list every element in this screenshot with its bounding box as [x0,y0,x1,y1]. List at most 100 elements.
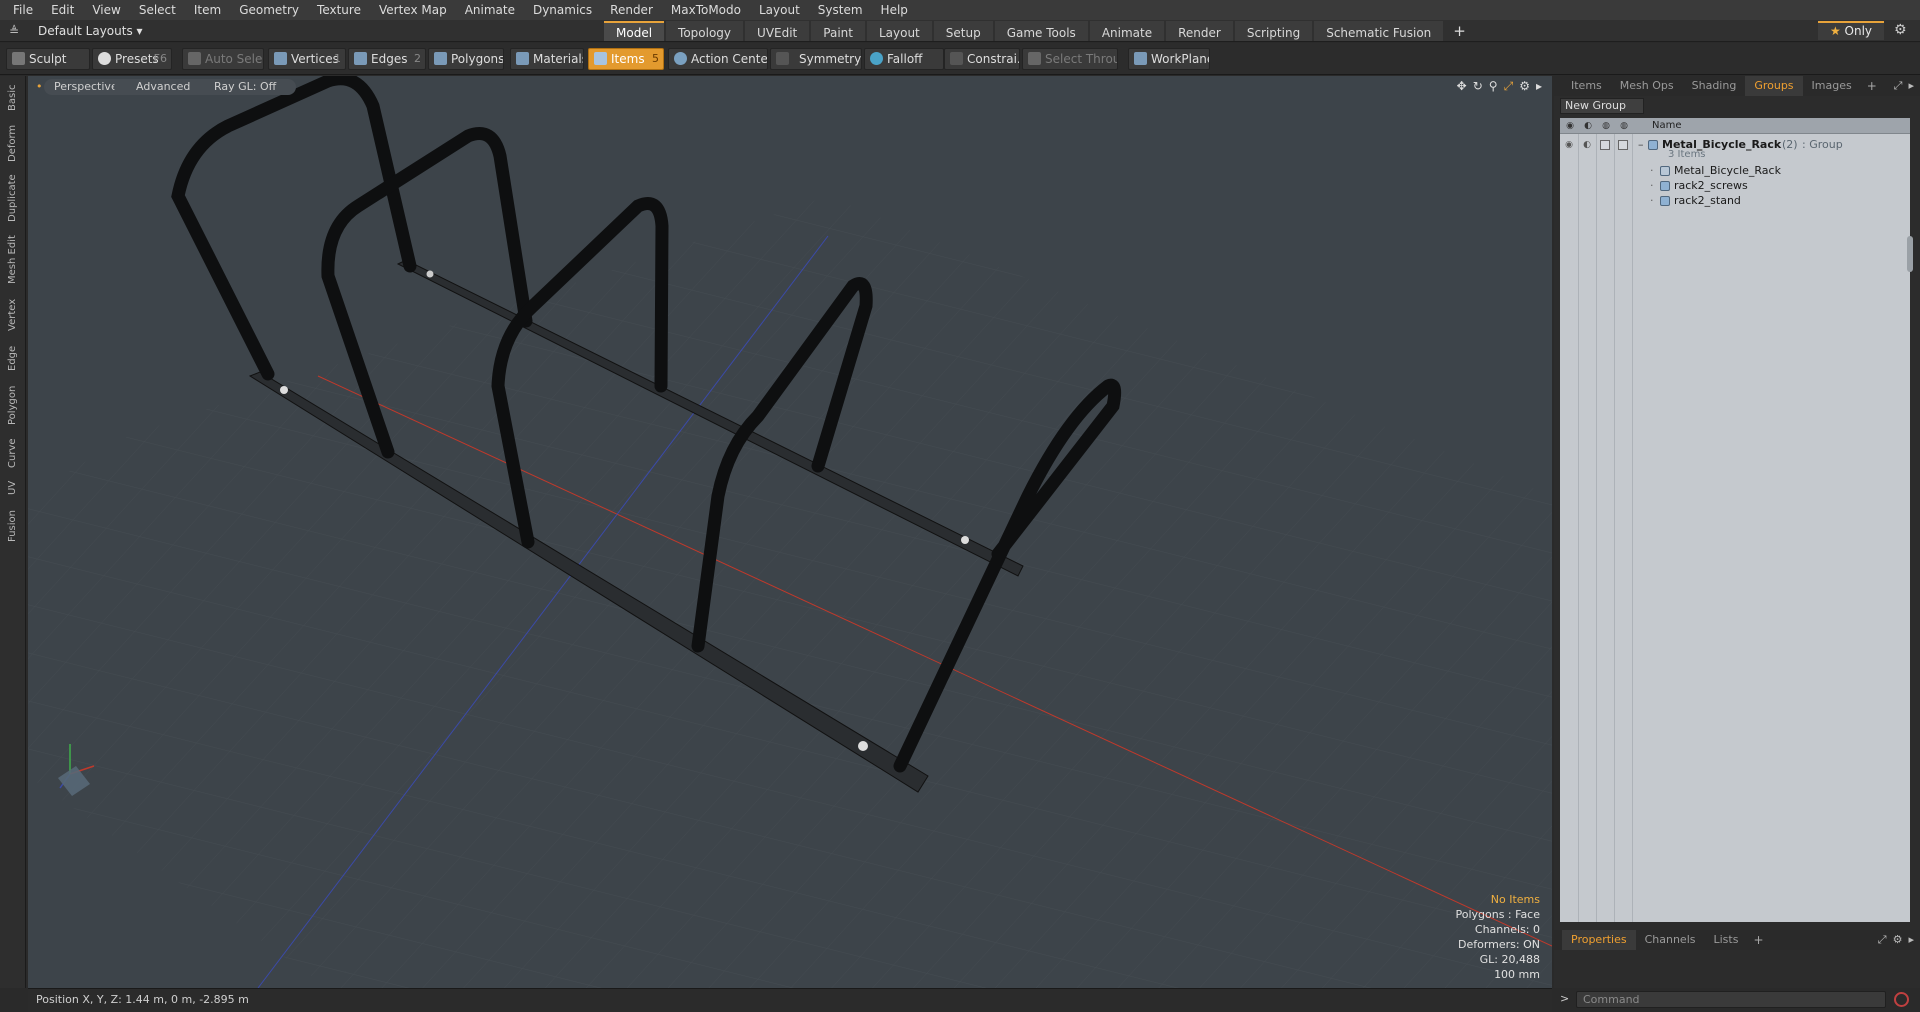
tab-render[interactable]: Render [1166,21,1233,41]
name-column-header[interactable]: Name [1652,118,1682,134]
constraints-button[interactable]: Constrai... [944,48,1020,70]
edges-button[interactable]: Edges 2 [348,48,426,70]
visibility-column-icon[interactable]: ◉ [1564,120,1576,132]
panel-menu-icon[interactable]: ▸ [1908,933,1914,947]
expand-icon[interactable]: ⤢ [1878,933,1887,947]
command-bar: > [1554,988,1920,1012]
workplane-icon [1134,52,1147,65]
collapse-icon[interactable]: ≜ [6,23,22,39]
properties-controls: ⤢ ⚙ ▸ [1878,933,1914,947]
left-tab-vertex[interactable]: Vertex [1,294,25,336]
polygons-icon [434,52,447,65]
3d-viewport[interactable]: • Perspective Advanced Ray GL: Off ✥ ↻ ⚲… [28,76,1552,988]
layout-selector[interactable]: Default Layouts ▾ [38,20,143,42]
panel-menu-icon[interactable]: ▸ [1908,79,1914,93]
add-properties-tab-button[interactable]: + [1747,930,1769,950]
menu-edit[interactable]: Edit [42,0,83,20]
tab-uvedit[interactable]: UVEdit [745,21,810,41]
select-through-button[interactable]: Select Through [1022,48,1118,70]
rotate-view-icon[interactable]: ↻ [1473,79,1483,94]
groups-scrollbar[interactable] [1907,236,1913,272]
tab-schematic-fusion[interactable]: Schematic Fusion [1314,21,1444,41]
lock-column-icon[interactable]: ◐ [1582,120,1594,132]
tree-branch-icon: · [1650,194,1654,207]
new-group-button[interactable]: New Group [1560,98,1644,114]
polygons-button[interactable]: Polygons [428,48,504,70]
tab-channels[interactable]: Channels [1636,930,1705,950]
viewport-menu-dot[interactable]: • [34,79,45,95]
tab-properties[interactable]: Properties [1562,930,1636,950]
materials-button[interactable]: Materials [510,48,584,70]
menu-view[interactable]: View [83,0,129,20]
render-column-icon[interactable]: ◍ [1618,120,1630,132]
left-tab-curve[interactable]: Curve [1,434,25,472]
expand-icon[interactable]: ⤢ [1894,79,1903,93]
menu-system[interactable]: System [809,0,872,20]
left-tab-duplicate[interactable]: Duplicate [1,170,25,226]
raygl-button[interactable]: Ray GL: Off [194,79,297,95]
record-icon[interactable] [1894,992,1909,1007]
left-tab-fusion[interactable]: Fusion [1,504,25,548]
zoom-view-icon[interactable]: ⚲ [1489,79,1498,94]
menu-dynamics[interactable]: Dynamics [524,0,601,20]
add-tab-button[interactable]: + [1445,21,1474,41]
gear-icon[interactable]: ⚙ [1894,22,1907,38]
viewport-expand-icon[interactable]: ▸ [1536,79,1542,94]
symmetry-button[interactable]: Symmetry [770,48,862,70]
left-tab-mesh-edit[interactable]: Mesh Edit [1,230,25,290]
fit-view-icon[interactable]: ⤢ [1504,79,1514,94]
tab-game-tools[interactable]: Game Tools [994,21,1088,41]
menu-geometry[interactable]: Geometry [230,0,308,20]
tab-layout[interactable]: Layout [866,21,932,41]
vertices-label: Vertices [291,52,339,66]
viewport-scene[interactable] [28,76,1552,988]
tab-items[interactable]: Items [1562,76,1611,96]
add-panel-tab-button[interactable]: + [1861,76,1883,96]
list-item[interactable]: · rack2_stand [1560,192,1910,210]
left-tab-polygon[interactable]: Polygon [1,380,25,430]
menu-help[interactable]: Help [872,0,917,20]
tab-topology[interactable]: Topology [666,21,744,41]
groups-list[interactable]: ◉ ◐ ◍ ◍ Name ◉ ◐ – Metal_Bicycle_Rack (2… [1560,118,1910,922]
command-input[interactable] [1576,991,1886,1008]
tab-images[interactable]: Images [1803,76,1861,96]
menu-render[interactable]: Render [601,0,662,20]
left-tab-edge[interactable]: Edge [1,340,25,376]
properties-gear-icon[interactable]: ⚙ [1893,933,1903,947]
tab-paint[interactable]: Paint [811,21,865,41]
items-button[interactable]: Items 5 [588,48,664,70]
symmetry-icon [776,52,789,65]
move-view-icon[interactable]: ✥ [1457,79,1467,94]
tab-scripting[interactable]: Scripting [1234,21,1313,41]
tab-groups[interactable]: Groups [1745,76,1803,96]
workplane-button[interactable]: WorkPlane [1128,48,1210,70]
menu-vertex-map[interactable]: Vertex Map [370,0,456,20]
menu-file[interactable]: File [4,0,42,20]
tab-lists[interactable]: Lists [1705,930,1748,950]
tab-setup[interactable]: Setup [933,21,993,41]
menu-animate[interactable]: Animate [456,0,524,20]
tab-animate[interactable]: Animate [1089,21,1165,41]
viewport-gear-icon[interactable]: ⚙ [1519,79,1530,94]
presets-button[interactable]: Presets F6 [92,48,172,70]
auto-select-button[interactable]: Auto Select [182,48,264,70]
action-center-button[interactable]: Action Center [668,48,768,70]
left-tab-basic[interactable]: Basic [1,80,25,116]
left-tab-uv[interactable]: UV [1,476,25,500]
tab-mesh-ops[interactable]: Mesh Ops [1611,76,1683,96]
menu-layout[interactable]: Layout [750,0,809,20]
falloff-button[interactable]: Falloff [864,48,944,70]
select-column-icon[interactable]: ◍ [1600,120,1612,132]
menu-maxtomodo[interactable]: MaxToModo [662,0,750,20]
tab-model[interactable]: Model [604,21,665,41]
vertices-button[interactable]: Vertices 1 [268,48,346,70]
tab-shading[interactable]: Shading [1683,76,1746,96]
screw-3 [961,536,969,544]
menu-select[interactable]: Select [130,0,185,20]
only-button[interactable]: ★ Only [1818,21,1884,40]
sculpt-button[interactable]: Sculpt [6,48,90,70]
menu-item[interactable]: Item [185,0,230,20]
command-arrow-icon[interactable]: > [1560,992,1569,1005]
left-tab-deform[interactable]: Deform [1,120,25,166]
menu-texture[interactable]: Texture [308,0,370,20]
